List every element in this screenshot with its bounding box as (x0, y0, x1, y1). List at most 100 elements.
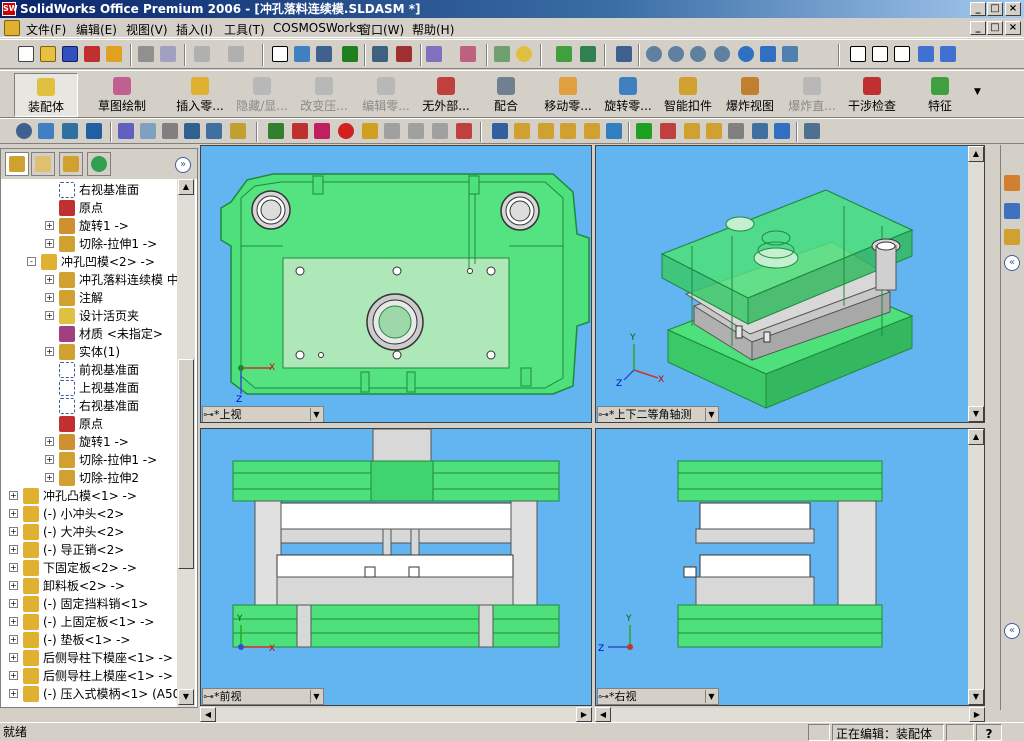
maximize-button[interactable]: □ (987, 2, 1003, 16)
thermometer-icon[interactable] (456, 123, 472, 139)
play-icon[interactable] (636, 123, 652, 139)
zoom-area-icon[interactable] (668, 46, 684, 62)
assembly-feature-icon[interactable] (492, 123, 508, 139)
collapse-panel-icon[interactable]: » (175, 157, 191, 173)
camera-icon[interactable] (184, 123, 200, 139)
expand-icon[interactable]: + (45, 293, 54, 302)
view-dropdown-icon[interactable]: ▼ (705, 690, 717, 703)
menu-view[interactable]: 视图(V) (126, 21, 168, 38)
menu-help[interactable]: 帮助(H) (412, 21, 454, 38)
layers-icon[interactable] (230, 123, 246, 139)
assembly-command[interactable]: 装配体 (14, 73, 78, 117)
command-manager-dropdown-icon[interactable]: ▼ (974, 87, 981, 97)
collapse-icon[interactable]: - (27, 257, 36, 266)
magnify-icon[interactable] (16, 123, 32, 139)
menu-window[interactable]: 窗口(W) (359, 21, 404, 38)
library-icon[interactable] (1004, 203, 1020, 219)
tab-property-manager[interactable] (31, 152, 55, 176)
hidden-lines-removed-icon[interactable] (894, 46, 910, 62)
zoom-selection-icon[interactable] (714, 46, 730, 62)
rotate-component-command[interactable]: 旋转零... (596, 73, 660, 117)
zoom-in-out-icon[interactable] (690, 46, 706, 62)
simulation-icon[interactable] (660, 123, 676, 139)
move-component-command[interactable]: 移动零... (536, 73, 600, 117)
expand-icon[interactable]: + (9, 617, 18, 626)
tab-dimxpert[interactable] (87, 152, 111, 176)
pan-icon[interactable] (760, 46, 776, 62)
right-view-scrollbar[interactable]: ▲ ▼ (968, 429, 984, 705)
tree-scroll-thumb[interactable] (178, 359, 194, 569)
minimize-button[interactable]: _ (970, 2, 986, 16)
rotate-view-icon[interactable] (738, 46, 754, 62)
menu-tools[interactable]: 工具(T) (224, 21, 265, 38)
open-icon[interactable] (40, 46, 56, 62)
properties-icon[interactable] (494, 46, 510, 62)
expand-icon[interactable]: + (9, 563, 18, 572)
home-icon[interactable] (1004, 175, 1020, 191)
axis-icon[interactable] (162, 123, 178, 139)
help-icon[interactable] (516, 46, 532, 62)
shaded-with-edges-icon[interactable] (918, 46, 934, 62)
expand-icon[interactable]: + (9, 599, 18, 608)
view-selector-isometric[interactable]: ⊶*上下二等角轴测 ▼ (597, 406, 719, 422)
standard-views-icon[interactable] (782, 46, 798, 62)
scroll-up-icon[interactable]: ▲ (968, 146, 984, 162)
dimension-icon[interactable] (292, 123, 308, 139)
expand-icon[interactable]: + (9, 581, 18, 590)
expand-icon[interactable]: + (9, 689, 18, 698)
doc-restore-button[interactable]: □ (987, 21, 1003, 35)
plane-icon[interactable] (140, 123, 156, 139)
explode-line-command[interactable]: 爆炸直... (780, 73, 844, 117)
scroll-left-icon[interactable]: ◀ (595, 707, 611, 722)
redo-icon[interactable] (228, 46, 244, 62)
select-icon[interactable] (272, 46, 288, 62)
view-dropdown-icon[interactable]: ▼ (705, 408, 717, 421)
photo-icon[interactable] (426, 46, 442, 62)
link-icon[interactable] (580, 46, 596, 62)
expand-icon[interactable]: + (45, 455, 54, 464)
lights-icon[interactable] (206, 123, 222, 139)
shaded-icon[interactable] (940, 46, 956, 62)
measure-icon[interactable] (268, 123, 284, 139)
rebuild-icon[interactable] (316, 46, 332, 62)
fastener-icon[interactable] (706, 123, 722, 139)
menu-insert[interactable]: 插入(I) (176, 21, 213, 38)
scroll-right-icon[interactable]: ▶ (969, 707, 985, 722)
view-selector-front[interactable]: ⊶*前视 ▼ (202, 688, 324, 705)
appearance-icon[interactable] (338, 123, 354, 139)
expand-icon[interactable]: + (45, 275, 54, 284)
expand-icon[interactable]: + (9, 635, 18, 644)
model-view-icon[interactable] (62, 123, 78, 139)
hidden-lines-visible-icon[interactable] (872, 46, 888, 62)
mate-icon[interactable] (556, 46, 572, 62)
grid-icon[interactable] (372, 46, 388, 62)
make-assembly-icon[interactable] (106, 46, 122, 62)
bom-icon[interactable] (774, 123, 790, 139)
menu-edit[interactable]: 编辑(E) (76, 21, 117, 38)
expand-icon[interactable]: + (9, 671, 18, 680)
options-icon[interactable] (396, 46, 412, 62)
view-dropdown-icon[interactable]: ▼ (310, 408, 322, 421)
toolbox-icon[interactable] (460, 46, 476, 62)
expand-icon[interactable]: + (9, 509, 18, 518)
view-orientation-icon[interactable] (616, 46, 632, 62)
edit-component-command[interactable]: 编辑零... (354, 73, 418, 117)
expand-icon[interactable]: + (9, 527, 18, 536)
scroll-up-icon[interactable]: ▲ (968, 429, 984, 445)
tab-feature-manager[interactable] (5, 152, 29, 176)
view-selector-top[interactable]: ⊶*上视 ▼ (202, 406, 324, 422)
print-icon[interactable] (138, 46, 154, 62)
smart-fasteners-command[interactable]: 智能扣件 (656, 73, 720, 117)
collapse-taskpane-icon[interactable]: « (1004, 255, 1020, 271)
tree-scrollbar[interactable]: ▲ ▼ (177, 179, 195, 707)
expand-icon[interactable]: + (45, 221, 54, 230)
menu-cosmosworks[interactable]: COSMOSWorks (273, 21, 363, 35)
tab-configuration-manager[interactable] (59, 152, 83, 176)
iso-view-scrollbar[interactable]: ▲ ▼ (968, 146, 984, 422)
expand-icon[interactable]: + (45, 239, 54, 248)
mate-command[interactable]: 配合 (474, 73, 538, 117)
print-preview-icon[interactable] (160, 46, 176, 62)
mass-properties-icon[interactable] (362, 123, 378, 139)
view-3d-icon[interactable] (86, 123, 102, 139)
hide-show-command[interactable]: 隐藏/显... (230, 73, 294, 117)
